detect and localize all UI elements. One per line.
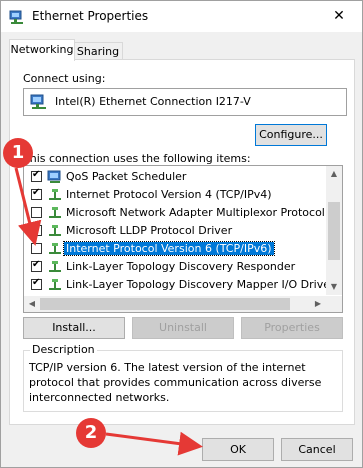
items-label: This connection uses the following items… xyxy=(23,152,251,165)
uninstall-button: Uninstall xyxy=(132,317,234,339)
description-text: TCP/IP version 6. The latest version of … xyxy=(29,361,322,404)
step-badge-2: 2 xyxy=(76,418,106,448)
vertical-scroll-thumb[interactable] xyxy=(328,202,340,260)
scheduler-icon xyxy=(47,170,61,183)
ipv4-checkbox[interactable] xyxy=(31,187,42,200)
properties-button-label: Properties xyxy=(264,321,320,334)
items-list[interactable]: QoS Packet Scheduler Internet Protocol V… xyxy=(23,165,343,313)
step-badge-1: 1 xyxy=(3,138,33,168)
configure-button[interactable]: Configure... xyxy=(255,124,327,146)
list-item-label: QoS Packet Scheduler xyxy=(66,170,187,183)
list-item-label: Link-Layer Topology Discovery Responder xyxy=(66,260,296,273)
title-bar[interactable]: Ethernet Properties ✕ xyxy=(1,1,362,32)
adapter-name: Intel(R) Ethernet Connection I217-V xyxy=(55,95,251,108)
list-item-lldp[interactable]: Microsoft LLDP Protocol Driver xyxy=(24,222,326,240)
scroll-up-icon[interactable]: ▲ xyxy=(326,166,342,182)
list-item-label: Internet Protocol Version 6 (TCP/IPv6) xyxy=(63,241,275,256)
network-adapter-icon xyxy=(9,10,23,24)
list-item-label: Link-Layer Topology Discovery Mapper I/O… xyxy=(66,278,335,291)
description-title: Description xyxy=(30,343,97,356)
protocol-icon xyxy=(49,279,61,290)
ethernet-properties-window: Ethernet Properties ✕ Networking Sharing… xyxy=(0,0,363,468)
adapter-field: Intel(R) Ethernet Connection I217-V xyxy=(23,88,347,116)
connect-using-label: Connect using: xyxy=(23,72,106,85)
list-item-label: Microsoft Network Adapter Multiplexor Pr… xyxy=(66,206,325,219)
lltd-responder-checkbox[interactable] xyxy=(31,259,42,272)
list-item-qos[interactable]: QoS Packet Scheduler xyxy=(24,168,326,186)
scroll-left-icon[interactable]: ◀ xyxy=(24,296,40,312)
close-icon: ✕ xyxy=(333,8,345,24)
properties-button: Properties xyxy=(241,317,343,339)
ok-button[interactable]: OK xyxy=(202,438,274,461)
cancel-button[interactable]: Cancel xyxy=(281,438,353,461)
protocol-icon xyxy=(49,189,61,200)
tab-sharing-label: Sharing xyxy=(76,45,120,58)
list-item-ipv6[interactable]: Internet Protocol Version 6 (TCP/IPv6) xyxy=(24,240,326,258)
adapter-icon xyxy=(30,94,46,109)
protocol-icon xyxy=(49,243,61,254)
uninstall-button-label: Uninstall xyxy=(159,321,207,334)
list-item-multiplexor[interactable]: Microsoft Network Adapter Multiplexor Pr… xyxy=(24,204,326,222)
close-button[interactable]: ✕ xyxy=(316,1,362,32)
ok-button-label: OK xyxy=(230,443,246,456)
description-group: Description TCP/IP version 6. The latest… xyxy=(23,343,343,412)
list-item-lltd-responder[interactable]: Link-Layer Topology Discovery Responder xyxy=(24,258,326,276)
list-item-label: Internet Protocol Version 4 (TCP/IPv4) xyxy=(66,188,272,201)
install-button-label: Install... xyxy=(52,321,96,334)
horizontal-scroll-thumb[interactable] xyxy=(40,298,290,310)
scroll-down-icon[interactable]: ▼ xyxy=(326,279,342,295)
ipv6-checkbox[interactable] xyxy=(31,243,42,254)
protocol-icon xyxy=(49,225,61,236)
list-item-ipv4[interactable]: Internet Protocol Version 4 (TCP/IPv4) xyxy=(24,186,326,204)
window-title: Ethernet Properties xyxy=(32,9,149,23)
configure-button-label: Configure... xyxy=(259,128,323,141)
install-button[interactable]: Install... xyxy=(23,317,125,339)
horizontal-scrollbar[interactable]: ◀ ▶ xyxy=(24,296,342,312)
vertical-scrollbar[interactable]: ▲ ▼ xyxy=(326,166,342,295)
lldp-checkbox[interactable] xyxy=(31,223,42,236)
protocol-icon xyxy=(49,207,61,218)
qos-checkbox[interactable] xyxy=(31,169,42,182)
tab-networking[interactable]: Networking xyxy=(9,39,75,61)
multiplexor-checkbox[interactable] xyxy=(31,207,42,218)
list-item-lltd-mapper[interactable]: Link-Layer Topology Discovery Mapper I/O… xyxy=(24,276,335,294)
scroll-right-icon[interactable]: ▶ xyxy=(310,296,326,312)
protocol-icon xyxy=(49,261,61,272)
cancel-button-label: Cancel xyxy=(298,443,336,456)
tab-networking-label: Networking xyxy=(10,43,74,56)
list-item-label: Microsoft LLDP Protocol Driver xyxy=(66,224,233,237)
lltd-mapper-checkbox[interactable] xyxy=(31,277,42,290)
